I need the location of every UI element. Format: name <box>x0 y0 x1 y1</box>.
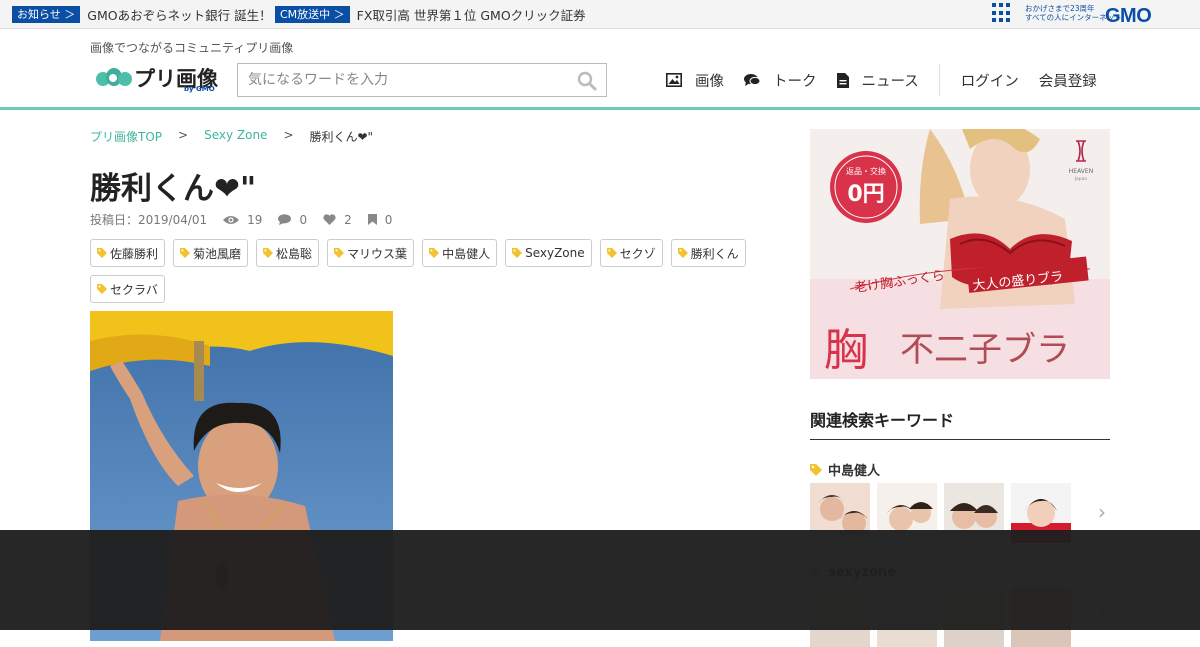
comment-bubble-icon <box>278 214 292 225</box>
tag-icon <box>180 248 191 258</box>
grid-menu-icon[interactable] <box>992 3 1012 23</box>
ad-headline-rest: 不二子ブラ <box>900 330 1070 370</box>
tag-icon <box>512 248 523 258</box>
breadcrumb-separator: > <box>283 128 294 142</box>
related-keywords-title: 関連検索キーワード <box>810 411 955 430</box>
tag-label: 菊池風磨 <box>193 246 242 261</box>
search-input[interactable] <box>238 64 558 96</box>
comment-icon <box>744 74 760 86</box>
image-icon <box>666 73 682 87</box>
tag-icon <box>334 248 345 258</box>
heart-icon <box>323 214 336 225</box>
tag-icon <box>97 248 107 258</box>
breadcrumb: プリ画像TOP > Sexy Zone > 勝利くん❤︎" <box>90 128 373 145</box>
tag-chip[interactable]: 勝利くん <box>670 239 746 267</box>
tag-icon <box>810 463 822 476</box>
tag-chip[interactable]: 松島聡 <box>256 239 320 267</box>
tag-list: 佐藤勝利 菊池風磨 松島聡 マリウス葉 中島健人 SexyZone セクゾ 勝利くんセクラバ <box>90 239 780 311</box>
tag-icon <box>263 248 274 258</box>
news-item[interactable]: CM放送中 ＞ FX取引高 世界第１位 GMOクリック証券 <box>275 6 586 23</box>
breadcrumb-current: 勝利くん❤︎" <box>309 130 374 144</box>
breadcrumb-home[interactable]: プリ画像TOP <box>90 128 162 145</box>
ad-banner[interactable]: 返品・交換 0円 HEAVEN Japan 老け胸ふっくら 大人の盛りブラ 胸 … <box>810 129 1110 379</box>
breadcrumb-category[interactable]: Sexy Zone <box>204 128 267 145</box>
tag-label: セクゾ <box>619 246 656 261</box>
tag-chip[interactable]: SexyZone <box>505 239 592 267</box>
ad-headline-main: 胸 <box>824 325 868 376</box>
logo-mark-icon <box>96 66 132 90</box>
tag-chip[interactable]: マリウス葉 <box>327 239 415 267</box>
document-icon <box>836 72 849 88</box>
news-item[interactable]: お知らせ ＞ GMOあおぞらネット銀行 誕生！ <box>12 6 272 23</box>
nav-label: 画像 <box>695 73 724 90</box>
news-text[interactable]: FX取引高 世界第１位 GMOクリック証券 <box>357 5 586 24</box>
section-divider <box>810 439 1110 440</box>
ad-brand: HEAVEN <box>1069 168 1093 175</box>
comment-count: 0 <box>278 213 307 227</box>
news-badge: CM放送中 ＞ <box>275 6 350 23</box>
nav-images[interactable]: 画像 <box>666 70 724 91</box>
ad-price: 0円 <box>847 182 884 207</box>
tag-label: 中島健人 <box>442 246 491 261</box>
tag-label: 勝利くん <box>690 246 739 261</box>
like-count[interactable]: 2 <box>323 213 352 227</box>
tag-label: SexyZone <box>525 246 585 260</box>
bookmark-icon <box>367 214 377 225</box>
nav-label: ニュース <box>861 73 919 90</box>
nav-label: トーク <box>773 73 817 90</box>
tag-icon <box>677 248 688 258</box>
login-link[interactable]: ログイン <box>961 70 1019 91</box>
tag-label: マリウス葉 <box>347 246 408 261</box>
keyword-link[interactable]: 中島健人 <box>810 460 880 479</box>
search-box <box>237 63 607 97</box>
tag-chip[interactable]: 中島健人 <box>422 239 498 267</box>
tag-chip[interactable]: 佐藤勝利 <box>90 239 166 267</box>
page-title: 勝利くん❤︎" <box>90 171 257 207</box>
news-text[interactable]: GMOあおぞらネット銀行 誕生！ <box>87 5 271 24</box>
site-logo[interactable]: プリ画像 by GMO <box>96 61 218 95</box>
tag-label: 佐藤勝利 <box>110 246 159 261</box>
search-icon[interactable] <box>577 71 597 91</box>
tag-label: 松島聡 <box>276 246 313 261</box>
tag-icon <box>97 284 107 294</box>
post-date: 投稿日：2019/04/01 <box>90 213 208 227</box>
tag-chip[interactable]: セクラバ <box>90 275 165 303</box>
nav-news[interactable]: ニュース <box>836 70 919 91</box>
main-nav: 画像 トーク ニュース ログイン 会員登録 <box>666 64 1117 96</box>
post-meta: 投稿日：2019/04/01 19 0 2 0 <box>90 211 392 228</box>
ad-price-label: 返品・交換 <box>846 166 886 176</box>
tag-icon <box>429 248 440 258</box>
nav-divider <box>938 64 940 96</box>
nav-talk[interactable]: トーク <box>744 70 817 91</box>
site-header: 画像でつながるコミュニティプリ画像 プリ画像 by GMO 画像 <box>0 29 1200 110</box>
eye-icon <box>223 215 240 224</box>
view-count: 19 <box>223 213 262 227</box>
ad-brand-sub: Japan <box>1074 176 1088 182</box>
register-link[interactable]: 会員登録 <box>1039 70 1097 91</box>
bottom-overlay <box>0 530 1200 630</box>
gmo-logo[interactable]: GMO <box>1105 5 1152 28</box>
breadcrumb-separator: > <box>178 128 189 142</box>
gmo-brand-area[interactable]: おかげさまで23周年 すべての人にインターネット <box>992 3 1122 23</box>
tag-chip[interactable]: セクゾ <box>599 239 663 267</box>
gmo-group-bar: お知らせ ＞ GMOあおぞらネット銀行 誕生！ CM放送中 ＞ FX取引高 世界… <box>0 0 1200 29</box>
news-badge: お知らせ ＞ <box>12 6 81 23</box>
tag-chip[interactable]: 菊池風磨 <box>173 239 249 267</box>
logo-byline: by GMO <box>184 85 215 93</box>
tag-label: セクラバ <box>110 282 158 297</box>
bookmark-count[interactable]: 0 <box>367 213 392 227</box>
ad-image: 返品・交換 0円 HEAVEN Japan 老け胸ふっくら 大人の盛りブラ 胸 … <box>810 129 1110 379</box>
tag-icon <box>606 248 617 258</box>
site-tagline: 画像でつながるコミュニティプリ画像 <box>90 41 294 55</box>
chevron-right-icon[interactable]: › <box>1098 500 1106 524</box>
